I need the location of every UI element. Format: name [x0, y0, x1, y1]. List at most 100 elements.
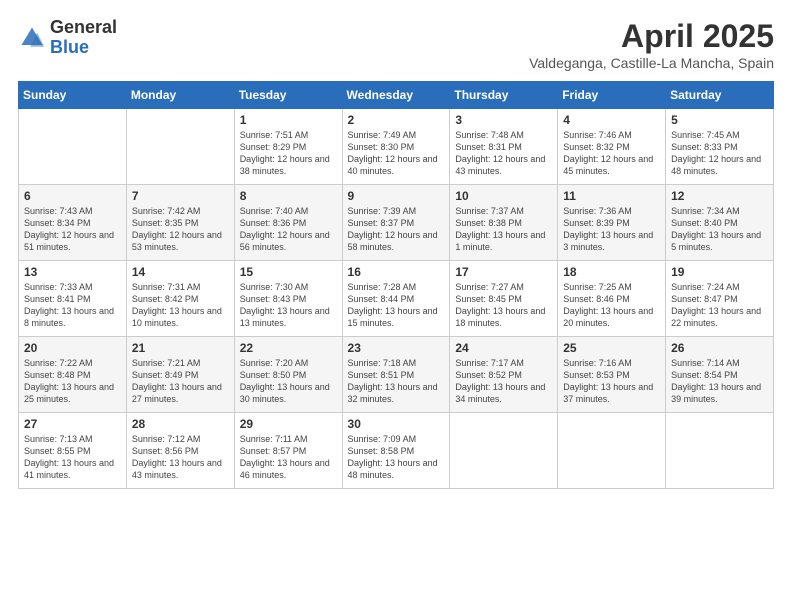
calendar-title: April 2025 [529, 18, 774, 55]
header-thursday: Thursday [450, 82, 558, 109]
calendar-cell [666, 413, 774, 489]
day-number: 26 [671, 341, 768, 355]
calendar-cell: 21Sunrise: 7:21 AM Sunset: 8:49 PM Dayli… [126, 337, 234, 413]
calendar-cell: 15 Sunrise: 7:30 AM Sunset: 8:43 PM Dayli… [234, 261, 342, 337]
header-friday: Friday [558, 82, 666, 109]
day-info: Sunrise: 7:45 AM Sunset: 8:33 PM Dayligh… [671, 129, 768, 178]
day-info: Sunrise: 7:11 AM Sunset: 8:57 PM Dayligh… [240, 433, 337, 482]
day-number: 14 [132, 265, 229, 279]
header: General Blue April 2025 Valdeganga, Cast… [18, 18, 774, 71]
day-number: 11 [563, 189, 660, 203]
title-block: April 2025 Valdeganga, Castille-La Manch… [529, 18, 774, 71]
day-number: 28 [132, 417, 229, 431]
calendar-cell: 8Sunrise: 7:40 AM Sunset: 8:36 PM Daylig… [234, 185, 342, 261]
day-number: 19 [671, 265, 768, 279]
day-number: 13 [24, 265, 121, 279]
calendar-cell: 9 Sunrise: 7:39 AM Sunset: 8:37 PM Daylig… [342, 185, 450, 261]
day-number: 17 [455, 265, 552, 279]
calendar-cell: 10Sunrise: 7:37 AM Sunset: 8:38 PM Dayli… [450, 185, 558, 261]
calendar-cell: 29 Sunrise: 7:11 AM Sunset: 8:57 PM Dayli… [234, 413, 342, 489]
calendar-table: Sunday Monday Tuesday Wednesday Thursday… [18, 81, 774, 489]
day-number: 23 [348, 341, 445, 355]
calendar-cell: 25 Sunrise: 7:16 AM Sunset: 8:53 PM Dayli… [558, 337, 666, 413]
calendar-cell: 28 Sunrise: 7:12 AM Sunset: 8:56 PM Dayli… [126, 413, 234, 489]
logo: General Blue [18, 18, 117, 58]
day-info: Sunrise: 7:49 AM Sunset: 8:30 PM Dayligh… [348, 129, 445, 178]
day-info: Sunrise: 7:28 AM Sunset: 8:44 PM Dayligh… [348, 281, 445, 330]
day-number: 5 [671, 113, 768, 127]
header-monday: Monday [126, 82, 234, 109]
day-info: Sunrise: 7:16 AM Sunset: 8:53 PM Dayligh… [563, 357, 660, 406]
day-info: Sunrise: 7:39 AM Sunset: 8:37 PM Dayligh… [348, 205, 445, 254]
day-info: Sunrise: 7:13 AM Sunset: 8:55 PM Dayligh… [24, 433, 121, 482]
day-info: Sunrise: 7:18 AM Sunset: 8:51 PM Dayligh… [348, 357, 445, 406]
day-info: Sunrise: 7:46 AM Sunset: 8:32 PM Dayligh… [563, 129, 660, 178]
day-number: 7 [132, 189, 229, 203]
day-info: Sunrise: 7:31 AM Sunset: 8:42 PM Dayligh… [132, 281, 229, 330]
calendar-cell: 26 Sunrise: 7:14 AM Sunset: 8:54 PM Dayli… [666, 337, 774, 413]
calendar-cell: 24 Sunrise: 7:17 AM Sunset: 8:52 PM Dayli… [450, 337, 558, 413]
calendar-week-row: 20 Sunrise: 7:22 AM Sunset: 8:48 PM Dayli… [19, 337, 774, 413]
calendar-cell: 6 Sunrise: 7:43 AM Sunset: 8:34 PM Daylig… [19, 185, 127, 261]
calendar-cell [126, 109, 234, 185]
day-number: 29 [240, 417, 337, 431]
day-number: 20 [24, 341, 121, 355]
day-info: Sunrise: 7:25 AM Sunset: 8:46 PM Dayligh… [563, 281, 660, 330]
calendar-cell: 18 Sunrise: 7:25 AM Sunset: 8:46 PM Dayli… [558, 261, 666, 337]
day-number: 10 [455, 189, 552, 203]
day-info: Sunrise: 7:09 AM Sunset: 8:58 PM Dayligh… [348, 433, 445, 482]
calendar-header: Sunday Monday Tuesday Wednesday Thursday… [19, 82, 774, 109]
calendar-cell: 5 Sunrise: 7:45 AM Sunset: 8:33 PM Daylig… [666, 109, 774, 185]
header-saturday: Saturday [666, 82, 774, 109]
calendar-cell: 23 Sunrise: 7:18 AM Sunset: 8:51 PM Dayli… [342, 337, 450, 413]
calendar-cell [19, 109, 127, 185]
day-info: Sunrise: 7:20 AM Sunset: 8:50 PM Dayligh… [240, 357, 337, 406]
calendar-cell: 19 Sunrise: 7:24 AM Sunset: 8:47 PM Dayli… [666, 261, 774, 337]
calendar-cell: 13 Sunrise: 7:33 AM Sunset: 8:41 PM Dayli… [19, 261, 127, 337]
calendar-subtitle: Valdeganga, Castille-La Mancha, Spain [529, 55, 774, 71]
calendar-cell: 27 Sunrise: 7:13 AM Sunset: 8:55 PM Dayli… [19, 413, 127, 489]
day-number: 24 [455, 341, 552, 355]
day-info: Sunrise: 7:43 AM Sunset: 8:34 PM Dayligh… [24, 205, 121, 254]
day-info: Sunrise: 7:48 AM Sunset: 8:31 PM Dayligh… [455, 129, 552, 178]
calendar-cell: 17Sunrise: 7:27 AM Sunset: 8:45 PM Dayli… [450, 261, 558, 337]
day-number: 30 [348, 417, 445, 431]
day-info: Sunrise: 7:24 AM Sunset: 8:47 PM Dayligh… [671, 281, 768, 330]
day-info: Sunrise: 7:36 AM Sunset: 8:39 PM Dayligh… [563, 205, 660, 254]
calendar-body: 1Sunrise: 7:51 AM Sunset: 8:29 PM Daylig… [19, 109, 774, 489]
calendar-cell [558, 413, 666, 489]
day-info: Sunrise: 7:14 AM Sunset: 8:54 PM Dayligh… [671, 357, 768, 406]
calendar-cell: 11 Sunrise: 7:36 AM Sunset: 8:39 PM Dayli… [558, 185, 666, 261]
day-info: Sunrise: 7:17 AM Sunset: 8:52 PM Dayligh… [455, 357, 552, 406]
day-info: Sunrise: 7:40 AM Sunset: 8:36 PM Dayligh… [240, 205, 337, 254]
calendar-cell: 1Sunrise: 7:51 AM Sunset: 8:29 PM Daylig… [234, 109, 342, 185]
day-number: 15 [240, 265, 337, 279]
header-tuesday: Tuesday [234, 82, 342, 109]
calendar-week-row: 6 Sunrise: 7:43 AM Sunset: 8:34 PM Daylig… [19, 185, 774, 261]
calendar-cell: 20 Sunrise: 7:22 AM Sunset: 8:48 PM Dayli… [19, 337, 127, 413]
header-wednesday: Wednesday [342, 82, 450, 109]
day-number: 9 [348, 189, 445, 203]
day-number: 4 [563, 113, 660, 127]
day-number: 2 [348, 113, 445, 127]
header-sunday: Sunday [19, 82, 127, 109]
logo-blue: Blue [50, 38, 117, 58]
day-info: Sunrise: 7:12 AM Sunset: 8:56 PM Dayligh… [132, 433, 229, 482]
logo-text: General Blue [50, 18, 117, 58]
day-info: Sunrise: 7:30 AM Sunset: 8:43 PM Dayligh… [240, 281, 337, 330]
day-number: 1 [240, 113, 337, 127]
day-info: Sunrise: 7:22 AM Sunset: 8:48 PM Dayligh… [24, 357, 121, 406]
day-number: 25 [563, 341, 660, 355]
logo-general: General [50, 18, 117, 38]
calendar-cell: 14 Sunrise: 7:31 AM Sunset: 8:42 PM Dayli… [126, 261, 234, 337]
calendar-week-row: 13 Sunrise: 7:33 AM Sunset: 8:41 PM Dayli… [19, 261, 774, 337]
calendar-cell: 30 Sunrise: 7:09 AM Sunset: 8:58 PM Dayli… [342, 413, 450, 489]
day-number: 12 [671, 189, 768, 203]
day-number: 6 [24, 189, 121, 203]
day-info: Sunrise: 7:42 AM Sunset: 8:35 PM Dayligh… [132, 205, 229, 254]
day-number: 18 [563, 265, 660, 279]
weekday-header-row: Sunday Monday Tuesday Wednesday Thursday… [19, 82, 774, 109]
day-number: 27 [24, 417, 121, 431]
day-number: 21 [132, 341, 229, 355]
day-info: Sunrise: 7:33 AM Sunset: 8:41 PM Dayligh… [24, 281, 121, 330]
